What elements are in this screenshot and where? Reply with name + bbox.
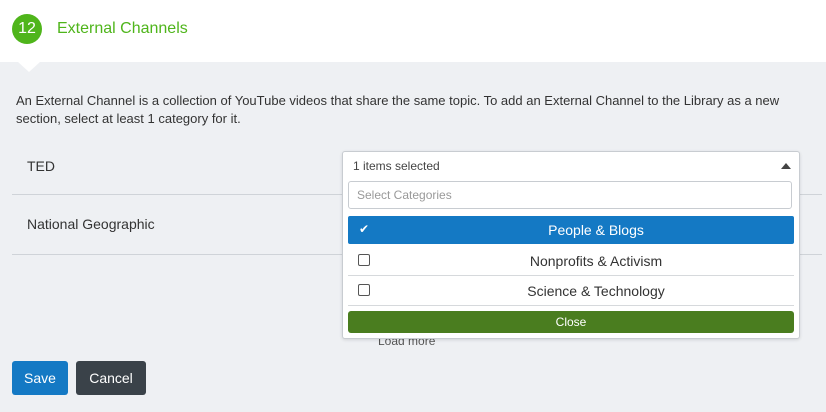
category-search-input[interactable] — [348, 181, 792, 209]
step-number-badge: 12 — [12, 14, 42, 44]
category-option-nonprofits-activism[interactable]: Nonprofits & Activism — [348, 247, 794, 276]
section-description: An External Channel is a collection of Y… — [16, 93, 780, 126]
section-header: 12 External Channels — [0, 0, 826, 72]
channel-name: TED — [27, 158, 55, 174]
option-label: Science & Technology — [527, 283, 665, 299]
option-label: Nonprofits & Activism — [529, 253, 663, 269]
dropdown-close-button[interactable]: Close — [348, 311, 794, 333]
category-option-people-blogs[interactable]: ✔ People & Blogs — [348, 216, 794, 244]
channel-name: National Geographic — [27, 216, 155, 232]
selection-summary[interactable]: 1 items selected — [353, 159, 440, 173]
option-label: People & Blogs — [548, 222, 644, 238]
section-title: External Channels — [57, 20, 188, 37]
save-button[interactable]: Save — [12, 361, 68, 395]
category-multiselect-dropdown: 1 items selected ✔ People & Blogs Nonpro… — [342, 151, 800, 339]
cancel-button[interactable]: Cancel — [76, 361, 146, 395]
category-option-science-technology[interactable]: Science & Technology — [348, 277, 794, 306]
caret-up-icon[interactable] — [781, 163, 791, 169]
